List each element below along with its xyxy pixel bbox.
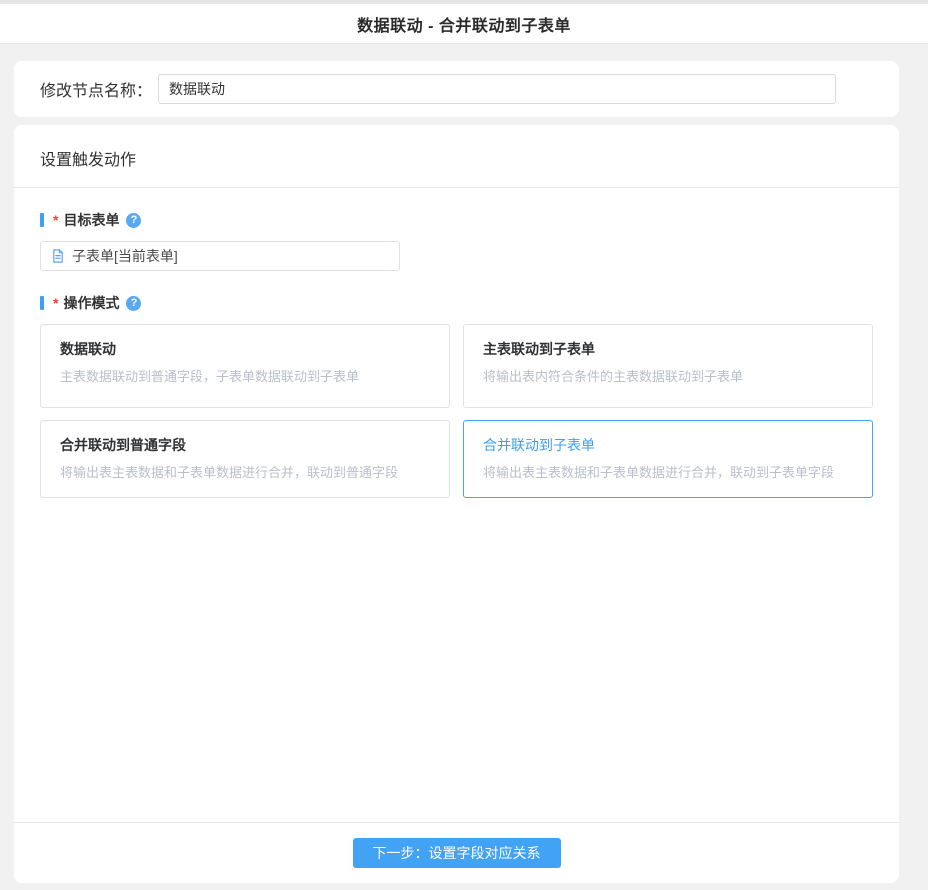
node-name-card: 修改节点名称： [14, 61, 899, 117]
operation-mode-grid: 数据联动 主表数据联动到普通字段，子表单数据联动到子表单 主表联动到子表单 将输… [40, 324, 873, 498]
target-form-label: 目标表单 [63, 210, 119, 230]
mode-card-desc: 主表数据联动到普通字段，子表单数据联动到子表单 [60, 369, 430, 386]
blue-bar-decoration [40, 213, 44, 227]
section-title: 设置触发动作 [40, 146, 873, 170]
mode-card-data-linkage[interactable]: 数据联动 主表数据联动到普通字段，子表单数据联动到子表单 [40, 324, 450, 408]
trigger-card-header: 设置触发动作 [14, 125, 899, 187]
help-icon[interactable]: ? [126, 296, 141, 311]
operation-mode-label: 操作模式 [63, 293, 119, 313]
page-header: 数据联动 - 合并联动到子表单 [0, 4, 928, 44]
target-form-select[interactable]: 子表单[当前表单] [40, 241, 400, 271]
mode-card-merge-to-subform[interactable]: 合并联动到子表单 将输出表主表数据和子表单数据进行合并，联动到子表单字段 [463, 420, 873, 498]
required-asterisk: * [53, 295, 58, 311]
target-form-label-row: * 目标表单 ? [40, 210, 873, 230]
node-name-label: 修改节点名称： [40, 77, 152, 101]
mode-card-title: 合并联动到子表单 [483, 435, 853, 455]
trigger-action-card: 设置触发动作 * 目标表单 ? 子表单[当前表单] [14, 125, 899, 883]
mode-card-desc: 将输出表内符合条件的主表数据联动到子表单 [483, 369, 853, 386]
help-icon[interactable]: ? [126, 213, 141, 228]
page-content: 修改节点名称： 设置触发动作 * 目标表单 ? [0, 44, 928, 889]
page-title: 数据联动 - 合并联动到子表单 [357, 12, 571, 36]
target-form-value: 子表单[当前表单] [72, 246, 178, 266]
mode-card-desc: 将输出表主表数据和子表单数据进行合并，联动到子表单字段 [483, 465, 853, 482]
blue-bar-decoration [40, 296, 44, 310]
mode-card-title: 数据联动 [60, 339, 430, 359]
required-asterisk: * [53, 212, 58, 228]
trigger-card-body: * 目标表单 ? 子表单[当前表单] * 操作模式 ? [14, 188, 899, 822]
mode-card-main-to-subform[interactable]: 主表联动到子表单 将输出表内符合条件的主表数据联动到子表单 [463, 324, 873, 408]
trigger-card-footer: 下一步：设置字段对应关系 [14, 822, 899, 883]
mode-card-desc: 将输出表主表数据和子表单数据进行合并，联动到普通字段 [60, 465, 430, 482]
next-step-button[interactable]: 下一步：设置字段对应关系 [353, 838, 561, 868]
node-name-input[interactable] [158, 74, 836, 104]
mode-card-title: 合并联动到普通字段 [60, 435, 430, 455]
form-document-icon [51, 249, 65, 263]
mode-card-merge-to-normal-field[interactable]: 合并联动到普通字段 将输出表主表数据和子表单数据进行合并，联动到普通字段 [40, 420, 450, 498]
operation-mode-label-row: * 操作模式 ? [40, 293, 873, 313]
mode-card-title: 主表联动到子表单 [483, 339, 853, 359]
